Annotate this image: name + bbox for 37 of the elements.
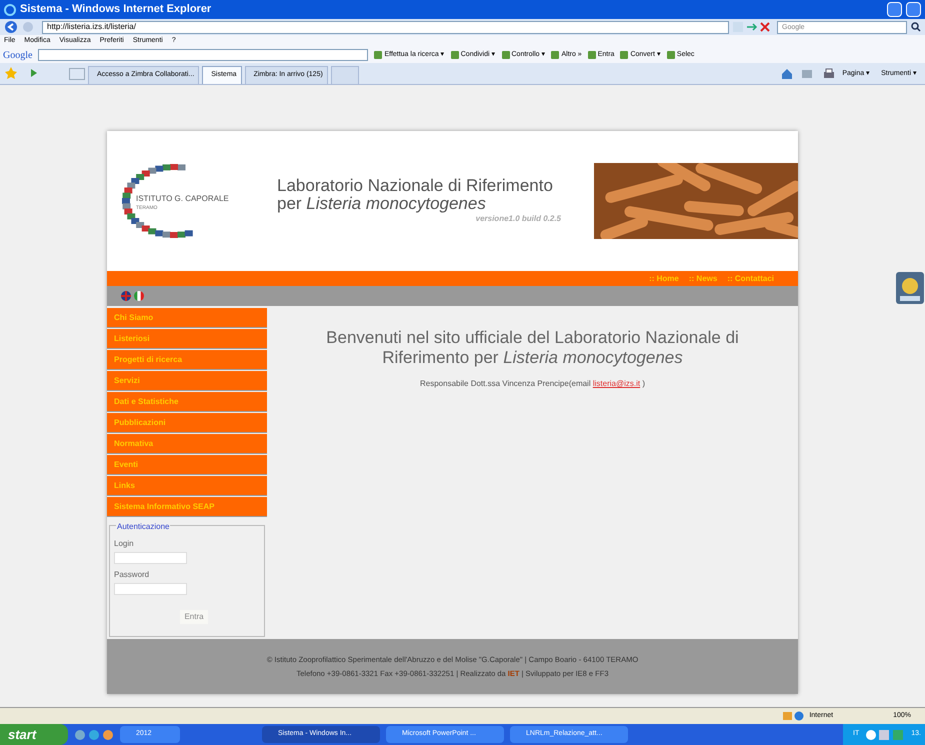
quick-tabs-icon[interactable] xyxy=(69,68,85,80)
password-field[interactable] xyxy=(114,583,187,595)
logo-name: ISTITUTO G. CAPORALE xyxy=(136,193,229,205)
tray-icons xyxy=(865,728,906,740)
maximize-button[interactable] xyxy=(906,2,921,17)
toolbar-icon xyxy=(666,51,675,59)
toolbar-icon xyxy=(374,51,382,59)
responsible-text: Responsabile Dott.ssa Vincenza Prencipe(email xyxy=(420,378,592,390)
site-title: Laboratorio Nazionale di Riferimento xyxy=(277,177,554,195)
toolbar-icon xyxy=(620,51,628,59)
field-label: Login xyxy=(114,538,135,550)
field-label: Password xyxy=(114,569,150,581)
search-icon xyxy=(911,22,921,32)
quick-launch-icon xyxy=(74,728,114,740)
italian-flag-icon xyxy=(134,291,144,301)
address-field[interactable]: http://listeria.izs.it/listeria/ xyxy=(42,20,729,34)
toolbar-icon xyxy=(588,51,596,59)
toolbar-search-field[interactable] xyxy=(38,49,368,61)
login-field[interactable] xyxy=(114,552,187,564)
new-tab-button[interactable] xyxy=(330,66,359,84)
closing-parenthesis: ) xyxy=(641,378,645,390)
version-label: versione1.0 build 0.2.5 xyxy=(476,213,561,225)
toolbar-icon xyxy=(450,51,459,59)
english-flag-icon xyxy=(121,291,131,301)
site-subtitle: per Listeria monocytogenes xyxy=(277,195,487,213)
minimize-button[interactable] xyxy=(887,2,902,17)
browser-logo-icon xyxy=(4,4,16,16)
internet-zone-icon xyxy=(783,711,806,721)
printer-icon xyxy=(823,68,836,80)
toolbar-icon xyxy=(551,51,560,59)
email-link[interactable]: listeria@izs.it xyxy=(592,378,640,390)
welcome-heading: Benvenuti nel sito ufficiale del Laboratorio Nazionale di Riferimento per Listeria monocytogenes xyxy=(325,328,740,368)
window-title: Sistema - Windows Internet Explorer xyxy=(20,2,212,18)
start-button[interactable]: start xyxy=(0,724,68,745)
gadget-icon xyxy=(895,271,925,305)
google-logo: Google xyxy=(3,48,32,62)
toolbar-icon xyxy=(502,51,510,59)
